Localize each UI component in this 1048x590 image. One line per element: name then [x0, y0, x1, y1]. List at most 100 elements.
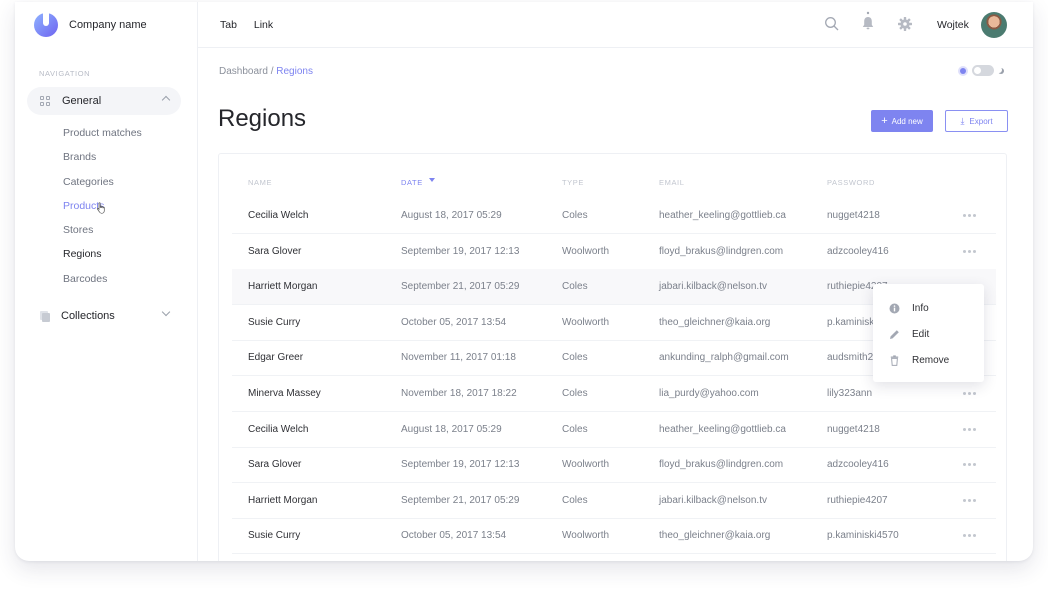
export-button[interactable]: ⤓ Export: [945, 110, 1008, 132]
cell-name: Edgar Greer: [248, 352, 304, 364]
sidebar-item-brands[interactable]: Brands: [63, 150, 142, 174]
more-options-icon[interactable]: [963, 534, 978, 538]
cell-date: August 18, 2017 05:29: [401, 423, 502, 435]
cell-date: August 18, 2017 05:29: [401, 210, 502, 221]
menu-item-remove[interactable]: Remove: [889, 353, 949, 367]
trash-icon: [889, 354, 900, 366]
table-row[interactable]: Cecilia Welch August 18, 2017 05:29 Coles h…: [232, 198, 996, 234]
sidebar-group-label: Collections: [61, 310, 115, 322]
user-name[interactable]: Wojtek: [937, 19, 969, 31]
gear-icon[interactable]: [897, 16, 913, 32]
more-options-icon[interactable]: [963, 498, 978, 502]
cell-password: nugget4218: [827, 423, 880, 435]
page-title: Regions: [218, 105, 307, 132]
cell-email: theo_gleichner@kaia.org: [659, 530, 771, 542]
table-header: NAME DATE TYPE EMAIL PASSWORD: [219, 178, 1006, 190]
menu-item-label: Info: [912, 302, 929, 314]
sidebar-item-categories[interactable]: Categories: [63, 175, 142, 199]
column-header-name[interactable]: NAME: [248, 178, 272, 187]
grid-icon: [40, 95, 51, 107]
table-row[interactable]: Harriett Morgan September 21, 2017 05:29 C…: [232, 483, 996, 519]
cell-email: heather_keeling@gottlieb.ca: [659, 210, 786, 221]
cell-password: adzcooley416: [827, 459, 889, 471]
theme-toggle[interactable]: [972, 65, 994, 76]
cell-password: nugget4218: [827, 210, 880, 221]
cell-email: ankunding_ralph@gmail.com: [659, 352, 789, 364]
cell-name: Susie Curry: [248, 530, 301, 542]
table-row[interactable]: Sara Glover September 19, 2017 12:13 Woolw…: [232, 234, 996, 270]
cell-type: Coles: [562, 423, 588, 435]
table-row[interactable]: Cecilia Welch August 18, 2017 05:29 Coles h…: [232, 412, 996, 448]
cell-type: Coles: [562, 388, 588, 399]
cell-date: September 21, 2017 05:29: [401, 494, 520, 506]
cell-name: Susie Curry: [248, 316, 301, 328]
cell-email: floyd_brakus@lindgren.com: [659, 245, 784, 257]
sidebar-group-general[interactable]: General: [27, 87, 181, 115]
cell-date: September 21, 2017 05:29: [401, 281, 520, 293]
cell-password: p.kaminiski4570: [827, 530, 899, 542]
sidebar-item-regions[interactable]: Regions: [63, 247, 142, 271]
cell-name: Minerva Massey: [248, 388, 321, 399]
add-new-button[interactable]: + Add new: [871, 110, 933, 132]
avatar[interactable]: [981, 12, 1007, 38]
breadcrumb-current: Regions: [276, 66, 313, 77]
sidebar-group-label: General: [62, 95, 102, 107]
cell-type: Woolworth: [562, 316, 610, 328]
sidebar-group-collections[interactable]: Collections: [27, 302, 181, 330]
sidebar-item-stores[interactable]: Stores: [63, 223, 142, 247]
tab-link[interactable]: Tab: [220, 19, 237, 31]
cell-type: Coles: [562, 210, 588, 221]
cell-password: audsmith2: [827, 352, 874, 364]
menu-item-label: Edit: [912, 328, 930, 340]
plus-icon: +: [881, 115, 888, 127]
sidebar-item-barcodes[interactable]: Barcodes: [63, 272, 142, 296]
more-options-icon[interactable]: [963, 392, 978, 395]
chevron-up-icon: [161, 95, 171, 105]
cell-name: Sara Glover: [248, 245, 302, 257]
cell-email: lia_purdy@yahoo.com: [659, 388, 759, 399]
more-options-icon[interactable]: [963, 249, 978, 253]
cell-type: Coles: [562, 494, 588, 506]
sidebar-item-product-matches[interactable]: Product matches: [63, 126, 142, 150]
cell-email: jabari.kilback@nelson.tv: [659, 281, 767, 293]
sidebar-subnav: Product matches Brands Categories Produc…: [63, 126, 142, 296]
add-new-label: Add new: [891, 116, 923, 126]
breadcrumb: Dashboard / Regions: [219, 66, 313, 77]
column-header-label: DATE: [401, 178, 423, 187]
menu-item-info[interactable]: Info: [889, 301, 929, 315]
more-options-icon[interactable]: [963, 463, 978, 467]
cell-email: jabari.kilback@nelson.tv: [659, 494, 767, 506]
cell-date: September 19, 2017 12:13: [401, 245, 520, 257]
menu-item-edit[interactable]: Edit: [889, 327, 929, 341]
column-header-date[interactable]: DATE: [401, 178, 435, 187]
top-nav: Tab Link: [220, 19, 287, 31]
cell-name: Harriett Morgan: [248, 494, 318, 506]
theme-switch[interactable]: [960, 65, 1004, 76]
table-row[interactable]: Susie Curry October 05, 2017 13:54 Woolwor…: [232, 518, 996, 555]
column-header-type[interactable]: TYPE: [562, 178, 584, 187]
sidebar-item-products[interactable]: Products: [63, 199, 142, 223]
cell-name: Sara Glover: [248, 459, 302, 471]
bell-icon[interactable]: [860, 11, 876, 33]
cell-type: Coles: [562, 352, 588, 364]
column-header-email[interactable]: EMAIL: [659, 178, 685, 187]
nav-heading: NAVIGATION: [39, 69, 91, 78]
cell-password: adzcooley416: [827, 245, 889, 257]
nav-link[interactable]: Link: [254, 19, 273, 31]
breadcrumb-parent[interactable]: Dashboard: [219, 66, 268, 77]
table-row[interactable]: Sara Glover September 19, 2017 12:13 Woolw…: [232, 447, 996, 484]
top-bar: Tab Link Wojtek: [198, 2, 1033, 48]
brand[interactable]: Company name: [34, 13, 147, 37]
more-options-icon[interactable]: [963, 427, 978, 431]
cell-email: theo_gleichner@kaia.org: [659, 316, 771, 328]
cell-email: floyd_brakus@lindgren.com: [659, 459, 784, 471]
column-header-password[interactable]: PASSWORD: [827, 178, 875, 187]
cell-date: November 11, 2017 01:18: [401, 352, 516, 364]
cell-date: October 05, 2017 13:54: [401, 530, 507, 542]
search-icon[interactable]: [824, 16, 840, 32]
cell-date: September 19, 2017 12:13: [401, 459, 520, 471]
cell-date: October 05, 2017 13:54: [401, 316, 507, 328]
cell-name: Harriett Morgan: [248, 281, 318, 293]
more-options-icon[interactable]: [963, 214, 978, 217]
cell-type: Coles: [562, 281, 588, 293]
